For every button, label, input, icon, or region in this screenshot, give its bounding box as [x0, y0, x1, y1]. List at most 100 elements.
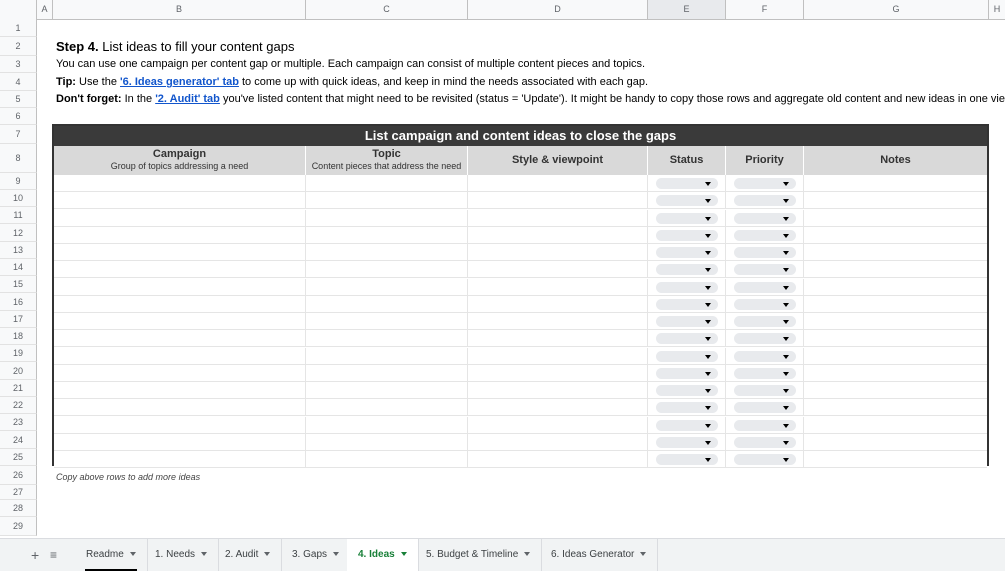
- style-cell[interactable]: [468, 209, 648, 227]
- priority-cell[interactable]: [726, 261, 804, 279]
- ideas-generator-tab-link[interactable]: '6. Ideas generator' tab: [120, 76, 239, 88]
- campaign-cell[interactable]: [54, 209, 306, 227]
- notes-cell[interactable]: [804, 227, 987, 244]
- campaign-cell[interactable]: [54, 433, 306, 451]
- style-cell[interactable]: [468, 364, 648, 382]
- status-cell[interactable]: [648, 175, 726, 192]
- header-topic[interactable]: Topic Content pieces that address the ne…: [306, 146, 468, 175]
- style-cell[interactable]: [468, 278, 648, 296]
- notes-cell[interactable]: [804, 192, 987, 209]
- row-header[interactable]: 27: [0, 485, 37, 500]
- priority-dropdown[interactable]: [734, 333, 796, 345]
- priority-dropdown[interactable]: [734, 419, 796, 431]
- topic-cell[interactable]: [306, 313, 468, 330]
- priority-dropdown[interactable]: [734, 385, 796, 396]
- notes-cell[interactable]: [804, 382, 987, 399]
- status-cell[interactable]: [648, 226, 726, 244]
- topic-cell[interactable]: [306, 364, 468, 382]
- style-cell[interactable]: [468, 433, 648, 451]
- style-cell[interactable]: [468, 451, 648, 468]
- priority-cell[interactable]: [726, 347, 804, 365]
- column-header-e[interactable]: E: [648, 0, 726, 19]
- priority-dropdown[interactable]: [734, 316, 796, 327]
- status-dropdown[interactable]: [656, 298, 718, 310]
- style-cell[interactable]: [468, 244, 648, 261]
- tab-ideas[interactable]: 4. Ideas: [347, 539, 419, 571]
- priority-dropdown[interactable]: [734, 229, 796, 241]
- status-dropdown[interactable]: [656, 316, 718, 327]
- notes-cell[interactable]: [804, 451, 987, 468]
- topic-cell[interactable]: [306, 192, 468, 210]
- campaign-cell[interactable]: [54, 451, 306, 468]
- topic-cell[interactable]: [306, 175, 468, 192]
- campaign-cell[interactable]: [54, 278, 306, 296]
- status-cell[interactable]: [648, 364, 726, 382]
- campaign-cell[interactable]: [54, 382, 306, 399]
- column-header-f[interactable]: F: [726, 0, 804, 19]
- style-cell[interactable]: [468, 382, 648, 399]
- campaign-cell[interactable]: [54, 330, 306, 348]
- header-campaign[interactable]: Campaign Group of topics addressing a ne…: [54, 146, 306, 175]
- priority-dropdown[interactable]: [734, 195, 796, 207]
- status-cell[interactable]: [648, 244, 726, 261]
- status-cell[interactable]: [648, 347, 726, 365]
- status-cell[interactable]: [648, 416, 726, 434]
- status-cell[interactable]: [648, 278, 726, 296]
- status-dropdown[interactable]: [656, 229, 718, 241]
- style-cell[interactable]: [468, 192, 648, 210]
- notes-cell[interactable]: [804, 417, 987, 434]
- column-header-a[interactable]: A: [37, 0, 53, 19]
- priority-dropdown[interactable]: [734, 281, 796, 293]
- row-header[interactable]: 13: [0, 242, 37, 259]
- style-cell[interactable]: [468, 416, 648, 434]
- status-dropdown[interactable]: [656, 281, 718, 293]
- status-cell[interactable]: [648, 209, 726, 227]
- campaign-cell[interactable]: [54, 399, 306, 417]
- priority-cell[interactable]: [726, 295, 804, 313]
- topic-cell[interactable]: [306, 347, 468, 365]
- row-header[interactable]: 26: [0, 466, 37, 485]
- row-header[interactable]: 3: [0, 56, 37, 73]
- row-header[interactable]: 14: [0, 259, 37, 276]
- notes-cell[interactable]: [804, 365, 987, 382]
- priority-dropdown[interactable]: [734, 436, 796, 448]
- campaign-cell[interactable]: [54, 364, 306, 382]
- priority-cell[interactable]: [726, 175, 804, 192]
- priority-cell[interactable]: [726, 433, 804, 451]
- topic-cell[interactable]: [306, 451, 468, 468]
- row-header[interactable]: 22: [0, 397, 37, 414]
- notes-cell[interactable]: [804, 399, 987, 416]
- header-style[interactable]: Style & viewpoint: [468, 146, 648, 175]
- row-header[interactable]: 17: [0, 311, 37, 328]
- row-header[interactable]: 2: [0, 37, 37, 56]
- status-cell[interactable]: [648, 382, 726, 399]
- topic-cell[interactable]: [306, 244, 468, 261]
- topic-cell[interactable]: [306, 330, 468, 348]
- tab-readme[interactable]: Readme: [75, 539, 148, 571]
- status-cell[interactable]: [648, 399, 726, 417]
- priority-dropdown[interactable]: [734, 454, 796, 465]
- status-cell[interactable]: [648, 192, 726, 210]
- style-cell[interactable]: [468, 330, 648, 348]
- campaign-cell[interactable]: [54, 261, 306, 279]
- priority-cell[interactable]: [726, 364, 804, 382]
- row-header[interactable]: 20: [0, 362, 37, 380]
- header-status[interactable]: Status: [648, 146, 726, 175]
- row-header[interactable]: 15: [0, 276, 37, 293]
- campaign-cell[interactable]: [54, 295, 306, 313]
- priority-cell[interactable]: [726, 209, 804, 227]
- campaign-cell[interactable]: [54, 347, 306, 365]
- topic-cell[interactable]: [306, 399, 468, 417]
- campaign-cell[interactable]: [54, 313, 306, 330]
- status-dropdown[interactable]: [656, 264, 718, 276]
- notes-cell[interactable]: [804, 210, 987, 227]
- column-header-b[interactable]: B: [53, 0, 306, 19]
- notes-cell[interactable]: [804, 175, 987, 192]
- status-dropdown[interactable]: [656, 350, 718, 362]
- campaign-cell[interactable]: [54, 175, 306, 192]
- tab-needs[interactable]: 1. Needs: [144, 539, 220, 571]
- style-cell[interactable]: [468, 399, 648, 417]
- status-dropdown[interactable]: [656, 419, 718, 431]
- row-header[interactable]: 28: [0, 500, 37, 517]
- priority-dropdown[interactable]: [734, 178, 796, 189]
